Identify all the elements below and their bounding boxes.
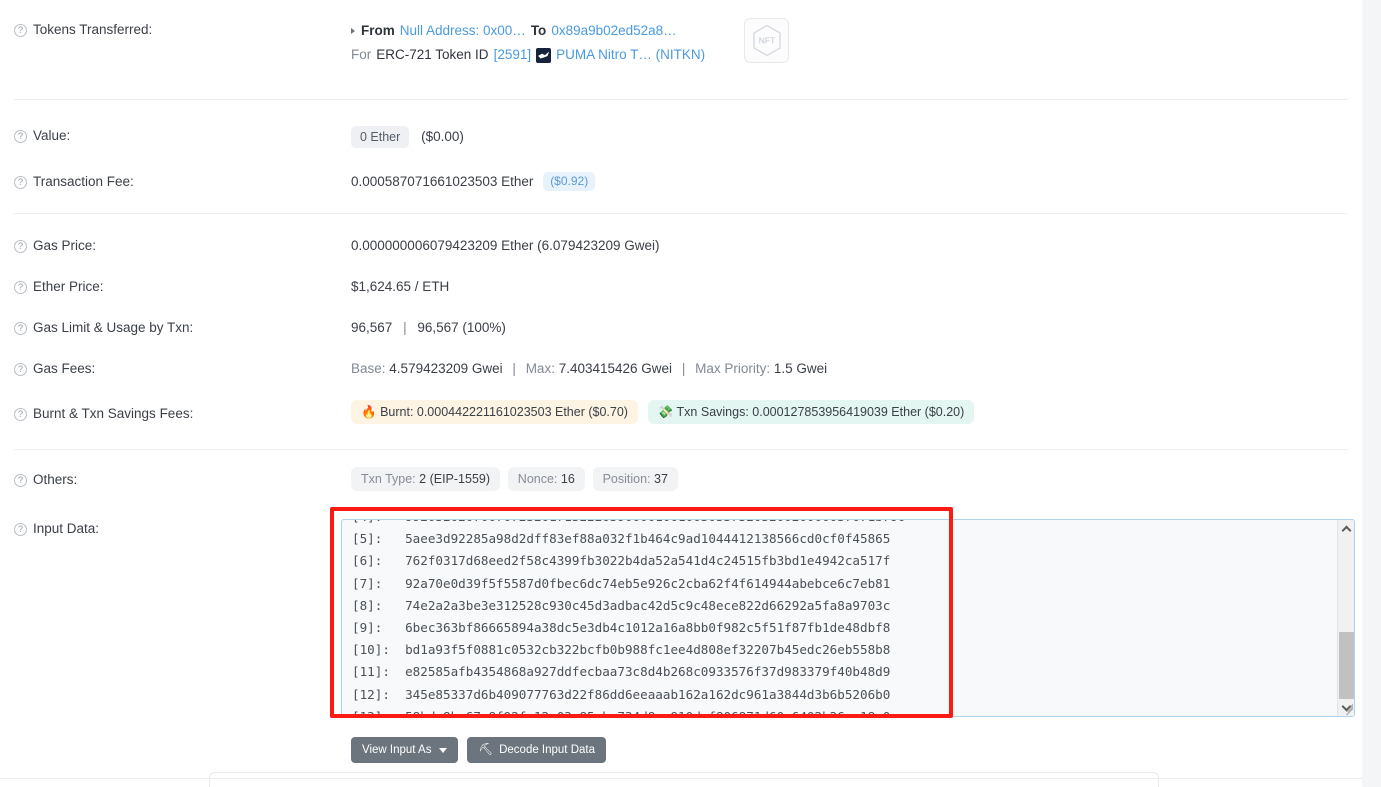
details-card: ? Tokens Transferred: From Null Address:… [0, 0, 1362, 787]
label-burnt-savings: ? Burnt & Txn Savings Fees: [14, 404, 351, 423]
gas-max-value: 7.403415426 Gwei [558, 361, 673, 376]
input-data-content: [4]: 99203202070070723201713222039000010… [352, 520, 906, 717]
row-value: ? Value: 0 Ether ($0.00) [0, 126, 1348, 148]
help-icon[interactable]: ? [14, 322, 27, 335]
expand-caret-icon[interactable] [351, 28, 355, 34]
value-burnt-savings: 🔥 Burnt: 0.000442221161023503 Ether ($0.… [351, 400, 1348, 424]
value-gas-fees: Base: 4.579423209 Gwei | Max: 7.40341542… [351, 359, 1348, 378]
from-key: From [361, 23, 395, 38]
value-transaction-fee: 0.000587071661023503 Ether ($0.92) [351, 172, 1348, 191]
label-gas-fees: ? Gas Fees: [14, 359, 351, 378]
gas-usage-amount: 96,567 (100%) [417, 320, 506, 335]
gas-base-value: 4.579423209 Gwei [389, 361, 503, 376]
label-gas-limit: ? Gas Limit & Usage by Txn: [14, 318, 351, 337]
badge-txn-type: Txn Type: 2 (EIP-1559) [351, 467, 501, 491]
token-name-link[interactable]: PUMA Nitro T… (NITKN) [556, 44, 705, 66]
gas-fees-divider-1: | [512, 361, 516, 376]
value-ether-badge: 0 Ether [351, 126, 410, 148]
label-transaction-fee: ? Transaction Fee: [14, 172, 351, 191]
transaction-fee-usd-badge: ($0.92) [543, 172, 596, 191]
label-input-data: ? Input Data: [14, 519, 351, 538]
decode-input-data-button[interactable]: ⛏ Decode Input Data [467, 737, 606, 763]
decode-icon: ⛏ [478, 744, 494, 756]
to-address-link[interactable]: 0x89a9b02ed52a8… [551, 20, 676, 42]
textarea-resize-handle[interactable] [1340, 702, 1353, 715]
divider [0, 778, 1362, 779]
scrollbar-thumb[interactable] [1339, 632, 1354, 700]
gas-fees-divider-2: | [681, 361, 686, 376]
nft-placeholder-icon: NFT [752, 24, 782, 57]
label-value: ? Value: [14, 126, 351, 145]
row-input-data: ? Input Data: [0, 519, 340, 538]
fire-emoji-icon: 🔥 [361, 405, 377, 419]
row-burnt-savings: ? Burnt & Txn Savings Fees: 🔥 Burnt: 0.0… [0, 400, 1348, 424]
row-tokens-transferred: ? Tokens Transferred: From Null Address:… [0, 20, 1348, 66]
label-gas-price: ? Gas Price: [14, 236, 351, 255]
help-icon[interactable]: ? [14, 130, 27, 143]
textarea-scrollbar[interactable] [1337, 520, 1354, 716]
help-icon[interactable]: ? [14, 363, 27, 376]
help-icon[interactable]: ? [14, 24, 27, 37]
divider [14, 449, 1348, 450]
gas-limit-divider: | [403, 320, 407, 335]
input-data-actions: View Input As ⛏ Decode Input Data [351, 737, 606, 763]
money-emoji-icon: 💸 [657, 405, 674, 419]
scroll-up-icon[interactable] [1338, 520, 1354, 537]
help-icon[interactable]: ? [14, 281, 27, 294]
value-gas-price: 0.000000006079423209 Ether (6.079423209 … [351, 238, 660, 253]
badge-position: Position: 37 [592, 467, 678, 491]
gas-limit-amount: 96,567 [351, 320, 393, 335]
help-icon[interactable]: ? [14, 240, 27, 253]
badge-nonce: Nonce: 16 [507, 467, 585, 491]
transaction-fee-amount: 0.000587071661023503 Ether [351, 174, 534, 189]
value-ether-price: $1,624.65 / ETH [351, 279, 450, 294]
from-address-link[interactable]: Null Address: 0x00… [400, 20, 526, 42]
token-transfer-for: For ERC-721 Token ID [2591] PUMA Nitro T… [351, 44, 1348, 66]
transaction-details-page: ? Tokens Transferred: From Null Address:… [0, 0, 1381, 787]
token-id-link[interactable]: [2591] [494, 44, 532, 66]
txn-savings-badge: 💸 Txn Savings: 0.000127853956419039 Ethe… [647, 400, 975, 424]
nft-thumbnail[interactable]: NFT [744, 18, 789, 63]
next-section-card [209, 772, 1159, 787]
value-gas-limit: 96,567 | 96,567 (100%) [351, 318, 1348, 337]
burnt-fee-badge: 🔥 Burnt: 0.000442221161023503 Ether ($0.… [351, 400, 638, 424]
help-icon[interactable]: ? [14, 176, 27, 189]
for-key: For [351, 47, 372, 62]
view-input-as-button[interactable]: View Input As [351, 737, 459, 763]
row-gas-price: ? Gas Price: 0.000000006079423209 Ether … [0, 236, 1348, 255]
row-others: ? Others: Txn Type: 2 (EIP-1559) Nonce: … [0, 467, 1348, 491]
gas-max-key: Max: [525, 361, 555, 376]
token-standard: ERC-721 Token ID [376, 47, 489, 62]
help-icon[interactable]: ? [14, 408, 27, 421]
divider [14, 213, 1348, 214]
token-transfer-from-to: From Null Address: 0x00… To 0x89a9b02ed5… [351, 20, 1348, 42]
svg-text:NFT: NFT [758, 36, 775, 46]
help-icon[interactable]: ? [14, 523, 27, 536]
help-icon[interactable]: ? [14, 474, 27, 487]
value-others: Txn Type: 2 (EIP-1559) Nonce: 16 Positio… [351, 467, 1348, 491]
input-data-textarea[interactable]: [4]: 99203202070070723201713222039000010… [341, 519, 1355, 717]
to-key: To [530, 23, 547, 38]
row-gas-fees: ? Gas Fees: Base: 4.579423209 Gwei | Max… [0, 359, 1348, 378]
gas-priority-value: 1.5 Gwei [773, 361, 828, 376]
chevron-down-icon [439, 747, 448, 753]
value-value: 0 Ether ($0.00) [351, 126, 1348, 148]
value-tokens-transferred: From Null Address: 0x00… To 0x89a9b02ed5… [351, 20, 1348, 66]
row-ether-price: ? Ether Price: $1,624.65 / ETH [0, 277, 1348, 296]
gas-priority-key: Max Priority: [695, 361, 771, 376]
row-transaction-fee: ? Transaction Fee: 0.000587071661023503 … [0, 172, 1348, 191]
gas-base-key: Base: [351, 361, 386, 376]
label-tokens-transferred: ? Tokens Transferred: [14, 20, 351, 39]
divider [14, 99, 1348, 100]
row-gas-limit: ? Gas Limit & Usage by Txn: 96,567 | 96,… [0, 318, 1348, 337]
value-usd: ($0.00) [421, 129, 464, 144]
puma-token-icon [536, 47, 552, 63]
label-ether-price: ? Ether Price: [14, 277, 351, 296]
label-others: ? Others: [14, 470, 351, 489]
